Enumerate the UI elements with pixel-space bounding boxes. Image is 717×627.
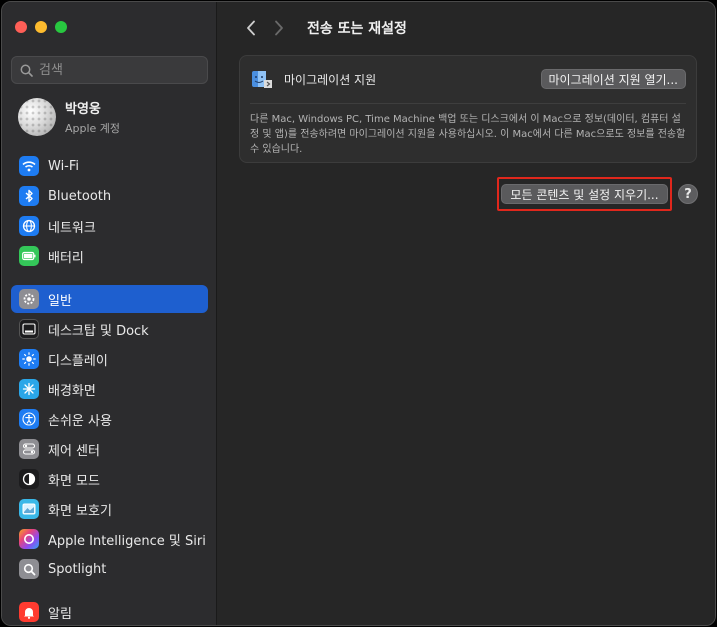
wifi-icon [19,156,39,176]
back-button[interactable] [237,14,265,42]
sidebar-item-label: 손쉬운 사용 [48,413,112,429]
siri-icon [19,529,39,549]
sidebar-item-apple-intelligence-siri[interactable]: Apple Intelligence 및 Siri [11,525,208,553]
sidebar-item-label: 네트워크 [48,220,96,236]
sidebar-item-label: 화면 보호기 [48,503,112,519]
minimize-button[interactable] [35,21,47,33]
sidebar-item-label: Spotlight [48,561,107,577]
sidebar-item-label: 디스플레이 [48,353,108,369]
window-controls [15,21,67,33]
sidebar-item-label: 화면 모드 [48,473,100,489]
avatar [18,98,56,136]
chevron-left-icon [247,20,255,36]
sidebar-item-control-center[interactable]: 제어 센터 [11,435,208,463]
sidebar-item-label: Bluetooth [48,188,112,204]
sidebar-item-label: 배터리 [48,250,84,266]
card-divider [250,103,686,104]
sidebar-item-general[interactable]: 일반 [11,285,208,313]
sidebar-item-wallpaper[interactable]: 배경화면 [11,375,208,403]
migration-assistant-icon [252,71,272,88]
sidebar-item-screensaver[interactable]: 화면 보호기 [11,495,208,523]
sidebar-item-label: 데스크탑 및 Dock [48,323,149,339]
chevron-right-icon [275,20,283,36]
forward-button[interactable] [265,14,293,42]
sidebar-item-bluetooth[interactable]: Bluetooth [11,182,208,210]
migration-assistant-card: 마이그레이션 지원 마이그레이션 지원 열기... 다른 Mac, Window… [239,55,697,163]
spotlight-icon [19,559,39,579]
battery-icon [19,246,39,266]
zoom-button[interactable] [55,21,67,33]
profile-subtitle: Apple 계정 [65,122,121,135]
sidebar-item-desktop-dock[interactable]: 데스크탑 및 Dock [11,315,208,343]
migration-row: 마이그레이션 지원 마이그레이션 지원 열기... [250,66,686,92]
globe-icon [19,216,39,236]
wallpaper-icon [19,379,39,399]
sidebar-item-wifi[interactable]: Wi-Fi [11,152,208,180]
gear-icon [19,289,39,309]
control-center-icon [19,439,39,459]
sun-icon [19,349,39,369]
sidebar-item-network[interactable]: 네트워크 [11,212,208,240]
sidebar-item-battery[interactable]: 배터리 [11,242,208,270]
sidebar-item-accessibility[interactable]: 손쉬운 사용 [11,405,208,433]
close-button[interactable] [15,21,27,33]
sidebar-item-label: 일반 [48,293,72,309]
sidebar-item-spotlight[interactable]: Spotlight [11,555,208,583]
bluetooth-icon [19,186,39,206]
main-pane: 전송 또는 재설정 마이그레이션 지원 마이그레이션 지원 열기... 다른 M… [217,2,715,625]
sidebar-item-displays[interactable]: 디스플레이 [11,345,208,373]
dock-icon [19,319,39,339]
appearance-icon [19,469,39,489]
erase-all-content-button[interactable]: 모든 콘텐츠 및 설정 지우기... [501,184,668,204]
sidebar-item-label: Wi-Fi [48,158,80,174]
migration-label: 마이그레이션 지원 [284,72,377,87]
sidebar-item-appearance[interactable]: 화면 모드 [11,465,208,493]
sidebar: 박영웅 Apple 계정 Wi-Fi Bluetooth [2,2,217,625]
profile-name: 박영웅 [65,102,101,117]
search-icon [20,64,33,77]
migration-description: 다른 Mac, Windows PC, Time Machine 백업 또는 디… [250,114,686,155]
apple-account[interactable]: 박영웅 Apple 계정 [18,98,120,136]
sidebar-item-notifications[interactable]: 알림 [11,598,208,625]
settings-window: 박영웅 Apple 계정 Wi-Fi Bluetooth [1,1,716,626]
search-field[interactable] [11,56,208,84]
search-input[interactable] [39,62,199,78]
sidebar-item-label: Apple Intelligence 및 Siri [48,533,206,549]
sidebar-item-label: 제어 센터 [48,443,100,459]
accessibility-icon [19,409,39,429]
screensaver-icon [19,499,39,519]
open-migration-assistant-button[interactable]: 마이그레이션 지원 열기... [540,69,686,89]
page-title: 전송 또는 재설정 [307,21,407,37]
highlight-box: 모든 콘텐츠 및 설정 지우기... [497,177,672,211]
toolbar: 전송 또는 재설정 [237,14,407,42]
sidebar-item-label: 배경화면 [48,383,96,399]
sidebar-item-label: 알림 [48,606,72,622]
bell-icon [19,602,39,622]
help-button[interactable]: ? [678,184,698,204]
